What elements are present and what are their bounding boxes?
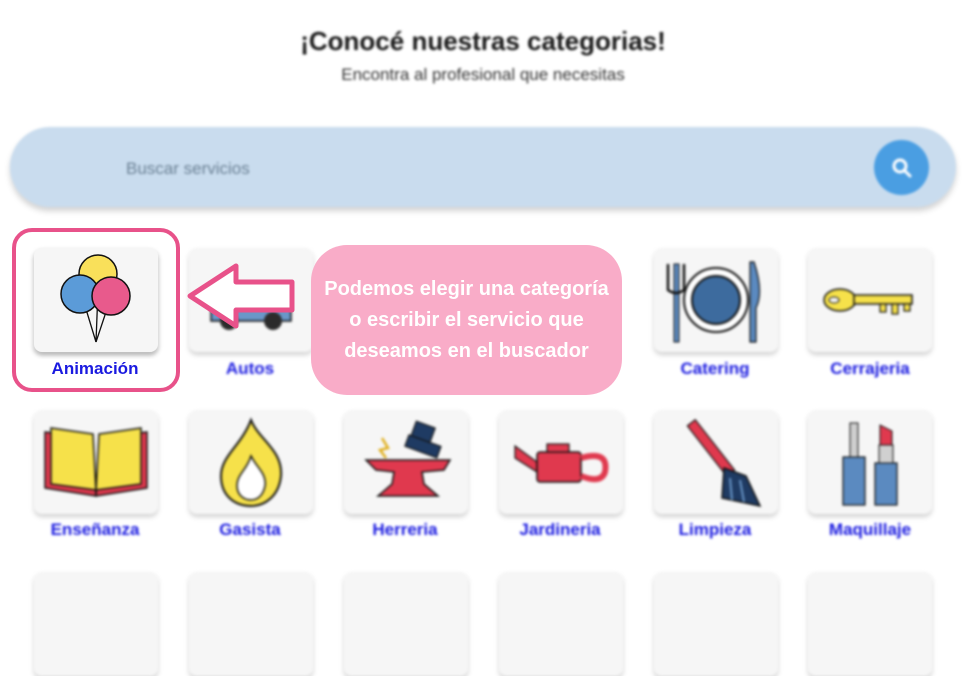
makeup-icon bbox=[842, 422, 898, 506]
category-card-jardineria[interactable] bbox=[499, 410, 623, 514]
category-card-maquillaje[interactable] bbox=[808, 410, 932, 514]
page-subtitle: Encontra al profesional que necesitas bbox=[341, 65, 625, 84]
category-card-limpieza[interactable] bbox=[654, 410, 778, 514]
category-label[interactable]: Jardineria bbox=[480, 520, 640, 540]
watering-can-icon bbox=[514, 443, 609, 483]
category-card[interactable] bbox=[499, 572, 623, 676]
category-card-catering[interactable] bbox=[654, 248, 778, 352]
search-bar bbox=[10, 127, 956, 207]
page-title: ¡Conocé nuestras categorias! bbox=[300, 26, 666, 56]
category-label[interactable]: Catering bbox=[635, 359, 795, 379]
category-card[interactable] bbox=[808, 572, 932, 676]
search-icon bbox=[892, 158, 911, 177]
key-icon bbox=[823, 288, 913, 315]
tutorial-message: Podemos elegir una categoría o escribir … bbox=[324, 277, 609, 362]
flame-icon bbox=[219, 417, 283, 508]
broom-icon bbox=[686, 418, 762, 508]
category-label[interactable]: Autos bbox=[170, 359, 330, 379]
search-button[interactable] bbox=[874, 140, 929, 195]
pointer-arrow-icon bbox=[187, 263, 295, 329]
category-label[interactable]: Enseñanza bbox=[15, 520, 175, 540]
anvil-hammer-icon bbox=[364, 420, 452, 497]
category-card[interactable] bbox=[654, 572, 778, 676]
category-card-gasista[interactable] bbox=[189, 410, 313, 514]
tutorial-tooltip: Podemos elegir una categoría o escribir … bbox=[311, 245, 622, 395]
category-label[interactable]: Cerrajeria bbox=[790, 359, 950, 379]
category-card[interactable] bbox=[34, 572, 158, 676]
search-input[interactable] bbox=[124, 153, 828, 185]
category-label[interactable]: Maquillaje bbox=[790, 520, 950, 540]
category-card-cerrajeria[interactable] bbox=[808, 248, 932, 352]
category-card[interactable] bbox=[344, 572, 468, 676]
book-icon bbox=[44, 427, 148, 497]
category-label[interactable]: Limpieza bbox=[635, 520, 795, 540]
category-card-ensenanza[interactable] bbox=[34, 410, 158, 514]
category-card-herreria[interactable] bbox=[344, 410, 468, 514]
category-card[interactable] bbox=[189, 572, 313, 676]
plate-cutlery-icon bbox=[666, 261, 761, 343]
category-label[interactable]: Herreria bbox=[325, 520, 485, 540]
tutorial-highlight-frame bbox=[12, 228, 180, 392]
category-label[interactable]: Gasista bbox=[170, 520, 330, 540]
